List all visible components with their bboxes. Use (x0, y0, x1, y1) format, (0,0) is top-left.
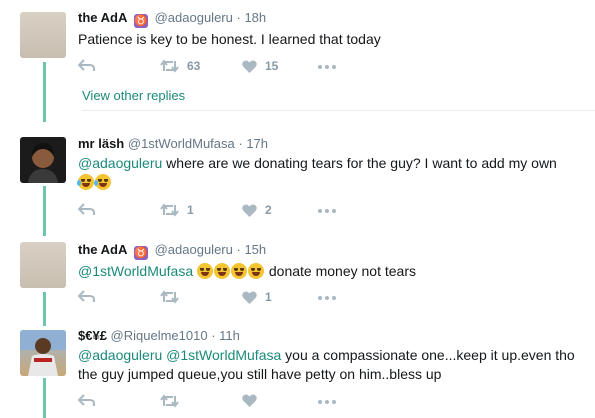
user-name[interactable]: $€¥£ (78, 328, 107, 343)
tweet-header: the AdA ♉ @adaoguleru · 18h (78, 10, 585, 28)
like-count: 2 (265, 203, 272, 217)
retweet-button[interactable]: 63 (160, 59, 200, 73)
timestamp[interactable]: · 18h (237, 10, 267, 25)
tweet[interactable]: mr läsh @1stWorldMufasa · 17h @adaoguler… (0, 126, 595, 230)
user-name[interactable]: the AdA (78, 10, 127, 25)
reply-icon (78, 394, 95, 406)
like-button[interactable]: 15 (242, 59, 278, 73)
mention-link[interactable]: @adaoguleru (78, 155, 162, 171)
like-count: 1 (265, 290, 272, 304)
avatar[interactable] (20, 12, 66, 58)
retweet-count: 63 (187, 59, 201, 73)
tweet-text: @adaoguleru where are we donating tears … (77, 154, 585, 192)
more-button[interactable] (318, 65, 336, 69)
user-handle[interactable]: @adaoguleru (155, 10, 233, 25)
timestamp[interactable]: · 11h (211, 328, 240, 343)
avatar[interactable] (20, 330, 66, 376)
retweet-icon (160, 59, 179, 73)
retweet-button[interactable]: 1 (160, 203, 194, 217)
heart-icon (242, 59, 257, 73)
tweet-header: $€¥£ @Riquelme1010 · 11h (78, 328, 585, 344)
tweet[interactable]: the AdA ♉ @adaoguleru · 18h Patience is … (0, 0, 595, 112)
tweet-text: Patience is key to be honest. I learned … (78, 31, 381, 47)
reply-icon (78, 203, 95, 215)
retweet-icon (160, 394, 179, 408)
tweet-text: @adaoguleru @1stWorldMufasa you a compas… (78, 347, 575, 382)
laughing-face-icon (197, 263, 213, 279)
user-handle[interactable]: @Riquelme1010 (111, 328, 208, 343)
reply-button[interactable] (78, 203, 95, 216)
laughing-face-icon (231, 263, 247, 279)
more-icon (318, 400, 336, 404)
like-button[interactable]: 2 (242, 203, 272, 217)
user-handle[interactable]: @1stWorldMufasa (128, 136, 235, 151)
mention-link[interactable]: @1stWorldMufasa (78, 263, 193, 279)
retweet-icon (160, 203, 179, 217)
timestamp[interactable]: · 15h (237, 242, 267, 257)
laughing-face-icon (214, 263, 230, 279)
retweet-icon (160, 290, 179, 304)
avatar[interactable] (20, 242, 66, 288)
tweet[interactable]: the AdA ♉ @adaoguleru · 15h @1stWorldMuf… (0, 232, 595, 318)
more-button[interactable] (318, 209, 336, 213)
heart-icon (242, 394, 257, 407)
tweet-header: mr läsh @1stWorldMufasa · 17h (78, 136, 585, 152)
reply-button[interactable] (78, 59, 95, 72)
avatar[interactable] (20, 137, 66, 183)
retweet-button[interactable] (160, 290, 187, 304)
taurus-badge-icon: ♉ (133, 14, 148, 28)
like-count: 15 (265, 59, 279, 73)
more-button[interactable] (318, 400, 336, 404)
retweet-count: 1 (187, 203, 194, 217)
taurus-badge-icon: ♉ (133, 246, 148, 260)
like-button[interactable] (242, 394, 257, 407)
laughing-face-icon (248, 263, 264, 279)
crying-face-icon (94, 174, 111, 190)
more-button[interactable] (318, 296, 336, 300)
reply-icon (78, 59, 95, 71)
tweet-text: @1stWorldMufasa donate money not tears (78, 263, 416, 279)
mention-link[interactable]: @adaoguleru @1stWorldMufasa (78, 347, 281, 363)
crying-face-icon (77, 174, 94, 190)
user-name[interactable]: mr läsh (78, 136, 124, 151)
reply-button[interactable] (78, 290, 95, 303)
reply-icon (78, 290, 95, 302)
avatar-image (28, 143, 58, 183)
user-handle[interactable]: @adaoguleru (155, 242, 233, 257)
tweet-header: the AdA ♉ @adaoguleru · 15h (78, 242, 585, 260)
avatar-image (20, 330, 66, 376)
like-button[interactable]: 1 (242, 290, 272, 304)
more-icon (318, 65, 336, 69)
heart-icon (242, 290, 257, 304)
divider (82, 110, 595, 111)
more-icon (318, 209, 336, 213)
retweet-button[interactable] (160, 394, 179, 408)
user-name[interactable]: the AdA (78, 242, 127, 257)
more-icon (318, 296, 336, 300)
timestamp[interactable]: · 17h (238, 136, 268, 151)
heart-icon (242, 203, 257, 217)
reply-button[interactable] (78, 394, 95, 407)
view-other-replies-link[interactable]: View other replies (82, 88, 185, 103)
tweet[interactable]: $€¥£ @Riquelme1010 · 11h @adaoguleru @1s… (0, 318, 595, 418)
